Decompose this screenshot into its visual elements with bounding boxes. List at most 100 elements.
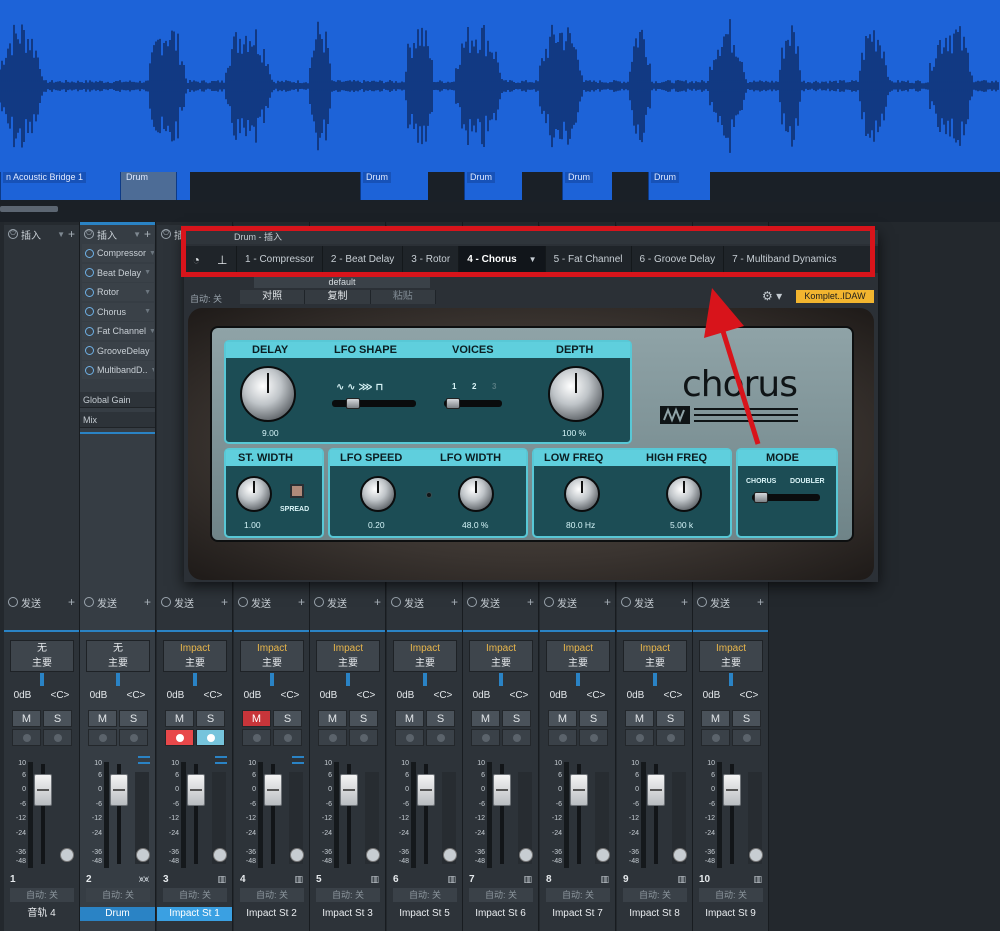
send-header[interactable]: 发送 + [617, 594, 692, 610]
power-icon[interactable] [314, 597, 324, 607]
solo-button[interactable]: S [579, 710, 608, 727]
monitor-button[interactable] [43, 729, 72, 746]
automation-mode[interactable]: 自动: 关 [86, 888, 150, 902]
volume-fader[interactable] [647, 774, 665, 806]
trim-knob[interactable] [749, 848, 763, 862]
power-icon[interactable] [544, 597, 554, 607]
insert-slot[interactable]: Beat Delay ▼ [82, 263, 154, 282]
insert-slot[interactable]: Rotor ▼ [82, 283, 154, 301]
high-freq-knob[interactable] [666, 476, 702, 512]
monitor-button[interactable] [426, 729, 455, 746]
automation-mode[interactable]: 自动: 关 [163, 888, 227, 902]
pan-readout[interactable]: <C> [357, 690, 376, 704]
insert-slot[interactable]: Fat Channel ▼ [82, 322, 154, 340]
st-width-knob[interactable] [236, 476, 272, 512]
chevron-down-icon[interactable]: ▼ [144, 269, 151, 276]
limiter-icon[interactable] [138, 756, 150, 764]
pan-readout[interactable]: <C> [740, 690, 759, 704]
chevron-down-icon[interactable]: ▼ [133, 230, 141, 239]
add-send-icon[interactable]: + [68, 595, 75, 609]
add-send-icon[interactable]: + [298, 595, 305, 609]
channel-name[interactable]: Impact St 3 [310, 907, 385, 921]
pan-indicator[interactable] [270, 673, 274, 686]
volume-fader[interactable] [340, 774, 358, 806]
plugin-automation-mode[interactable]: 自动: 关 [190, 292, 222, 305]
pan-readout[interactable]: <C> [510, 690, 529, 704]
record-button[interactable] [395, 729, 424, 746]
lfo-shape-thumb[interactable] [346, 398, 360, 409]
automation-mode[interactable]: 自动: 关 [10, 888, 74, 902]
automation-mode[interactable]: 自动: 关 [469, 888, 533, 902]
clip-acoustic-bridge[interactable]: n Acoustic Bridge 1 [0, 172, 120, 200]
record-button[interactable] [12, 729, 41, 746]
preset-selector[interactable]: default [254, 276, 430, 288]
clip-drum-1[interactable]: Drum [120, 172, 176, 200]
mute-button[interactable]: M [165, 710, 194, 727]
volume-fader[interactable] [570, 774, 588, 806]
trim-knob[interactable] [136, 848, 150, 862]
volume-fader[interactable] [264, 774, 282, 806]
instrument-tag[interactable]: Komplet..IDAW [796, 290, 874, 303]
lfo-speed-knob[interactable] [360, 476, 396, 512]
channel-name[interactable]: Impact St 7 [540, 907, 615, 921]
monitor-button[interactable] [273, 729, 302, 746]
io-selector[interactable]: Impact 主要 [546, 640, 610, 672]
insert-slot[interactable]: Compressor ▼ [82, 244, 154, 262]
volume-fader[interactable] [187, 774, 205, 806]
channel-strip[interactable]: ⏻ 插入 ▼ + 发送 + 无主要 0dB <C> M S 10 6 0 -6 -12 -24 -36 -48 1 自动… [4, 222, 80, 931]
send-header[interactable]: 发送 + [234, 594, 309, 610]
add-send-icon[interactable]: + [221, 595, 228, 609]
record-button[interactable] [548, 729, 577, 746]
insert-header[interactable]: ⏻插入 ▼+ [80, 226, 155, 242]
volume-fader[interactable] [493, 774, 511, 806]
solo-button[interactable]: S [656, 710, 685, 727]
add-send-icon[interactable]: + [527, 595, 534, 609]
add-send-icon[interactable]: + [451, 595, 458, 609]
trim-knob[interactable] [366, 848, 380, 862]
pan-indicator[interactable] [576, 673, 580, 686]
monitor-button[interactable] [196, 729, 225, 746]
mode-thumb[interactable] [754, 492, 768, 503]
channel-name[interactable]: Impact St 8 [617, 907, 692, 921]
voices-thumb[interactable] [446, 398, 460, 409]
add-send-icon[interactable]: + [681, 595, 688, 609]
pan-readout[interactable]: <C> [51, 690, 70, 704]
chevron-down-icon[interactable]: ▼ [149, 250, 154, 257]
volume-readout[interactable]: 0dB [550, 690, 568, 704]
send-header[interactable]: 发送 + [80, 594, 155, 610]
send-header[interactable]: 发送 + [540, 594, 615, 610]
compare-button[interactable]: 对照 [240, 290, 306, 304]
pan-indicator[interactable] [653, 673, 657, 686]
add-send-icon[interactable]: + [374, 595, 381, 609]
volume-fader[interactable] [417, 774, 435, 806]
insert-slot[interactable]: GrooveDelay▼ [82, 341, 154, 360]
solo-button[interactable]: S [732, 710, 761, 727]
automation-mode[interactable]: 自动: 关 [546, 888, 610, 902]
add-send-icon[interactable]: + [757, 595, 764, 609]
record-button[interactable] [625, 729, 654, 746]
arrange-scrollbar[interactable] [0, 206, 58, 212]
record-button[interactable] [242, 729, 271, 746]
io-selector[interactable]: Impact 主要 [240, 640, 304, 672]
trim-knob[interactable] [60, 848, 74, 862]
limiter-icon[interactable] [215, 756, 227, 764]
monitor-button[interactable] [119, 729, 148, 746]
power-icon[interactable] [621, 597, 631, 607]
pan-readout[interactable]: <C> [434, 690, 453, 704]
io-selector[interactable]: 无主要 [10, 640, 74, 672]
add-send-icon[interactable]: + [604, 595, 611, 609]
power-icon[interactable] [8, 597, 18, 607]
paste-button[interactable]: 粘贴 [370, 290, 436, 304]
lfo-shape-switch[interactable] [332, 400, 416, 407]
mix-row[interactable]: Mix [80, 412, 155, 428]
power-icon[interactable] [84, 597, 94, 607]
trim-knob[interactable] [443, 848, 457, 862]
add-send-icon[interactable]: + [144, 595, 151, 609]
volume-readout[interactable]: 0dB [90, 690, 108, 704]
trim-knob[interactable] [290, 848, 304, 862]
volume-readout[interactable]: 0dB [473, 690, 491, 704]
pan-indicator[interactable] [346, 673, 350, 686]
pan-readout[interactable]: <C> [204, 690, 223, 704]
power-icon[interactable] [85, 365, 94, 375]
power-icon[interactable] [238, 597, 248, 607]
